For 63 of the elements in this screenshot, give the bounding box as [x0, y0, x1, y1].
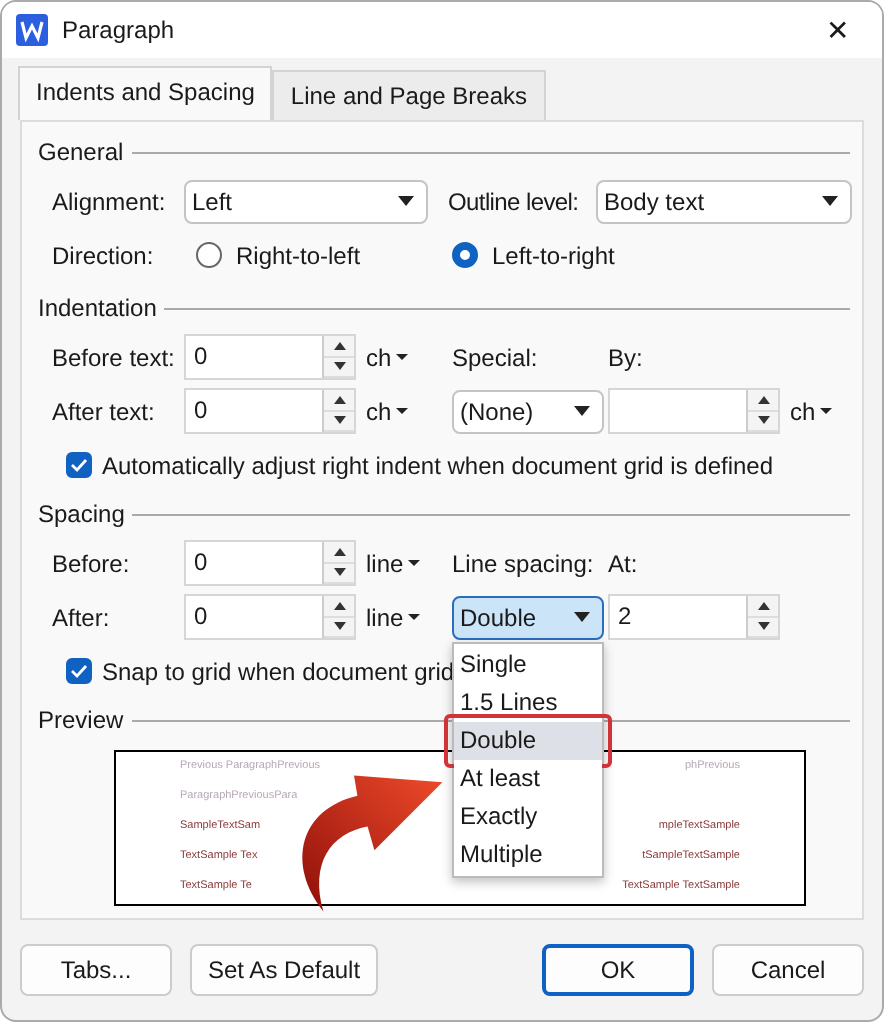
- menu-item[interactable]: At least: [454, 759, 602, 797]
- unit-dropdown[interactable]: line: [366, 603, 420, 631]
- dialog-button[interactable]: Cancel: [712, 944, 864, 996]
- close-button[interactable]: ✕: [814, 14, 862, 46]
- field-label: At:: [608, 549, 640, 577]
- menu-item[interactable]: Exactly: [454, 797, 602, 835]
- unit-dropdown[interactable]: line: [366, 549, 420, 577]
- spin-up-icon[interactable]: [324, 336, 354, 357]
- number-field[interactable]: 0: [184, 540, 356, 586]
- spin-down-icon[interactable]: [324, 563, 354, 584]
- spin-up-icon[interactable]: [748, 390, 778, 411]
- field-label: By:: [608, 343, 645, 371]
- spin-up-icon[interactable]: [324, 596, 354, 617]
- line-spacing-dropdown[interactable]: Double: [452, 595, 604, 639]
- alignment-dropdown[interactable]: Left: [184, 179, 428, 223]
- spin-down-icon[interactable]: [324, 411, 354, 432]
- field-label: Outline level:: [448, 187, 581, 215]
- dialog-button[interactable]: OK: [542, 944, 694, 996]
- field-label: Alignment:: [52, 187, 168, 215]
- dialog-button[interactable]: Set As Default: [190, 944, 379, 996]
- menu-item[interactable]: Multiple: [454, 835, 602, 873]
- outline-level-dropdown[interactable]: Body text: [596, 179, 852, 223]
- field-label: Special:: [452, 343, 540, 371]
- unit-dropdown[interactable]: ch: [366, 343, 408, 371]
- field-label: After:: [52, 603, 112, 631]
- section-title: General: [38, 138, 124, 166]
- number-field[interactable]: 0: [184, 388, 356, 434]
- field-label: Direction:: [52, 241, 156, 269]
- tab[interactable]: Line and Page Breaks: [272, 70, 546, 120]
- field-label: Before text:: [52, 343, 177, 371]
- number-field[interactable]: [608, 388, 780, 434]
- tab[interactable]: Indents and Spacing: [18, 66, 273, 120]
- section-title: Preview: [38, 706, 124, 734]
- spin-down-icon[interactable]: [748, 411, 778, 432]
- section-title: Spacing: [38, 500, 125, 528]
- checkbox[interactable]: [66, 658, 92, 684]
- spin-down-icon[interactable]: [324, 357, 354, 378]
- unit-dropdown[interactable]: ch: [366, 397, 408, 425]
- spin-down-icon[interactable]: [748, 617, 778, 638]
- spin-down-icon[interactable]: [324, 617, 354, 638]
- radio-label: Right-to-left: [236, 241, 361, 269]
- special-dropdown[interactable]: (None): [452, 389, 604, 433]
- spin-up-icon[interactable]: [748, 596, 778, 617]
- section-title: Indentation: [38, 294, 157, 322]
- radio-label: Left-to-right: [492, 241, 615, 269]
- number-field[interactable]: 0: [184, 594, 356, 640]
- checkbox-label: Snap to grid when document grid: [102, 657, 455, 685]
- window-title: Paragraph: [62, 16, 177, 44]
- field-label: Before:: [52, 549, 132, 577]
- field-label: Line spacing:: [452, 549, 596, 577]
- spin-up-icon[interactable]: [324, 390, 354, 411]
- checkbox[interactable]: [66, 452, 92, 478]
- app-logo-icon: [16, 14, 48, 46]
- number-field[interactable]: 2: [608, 594, 780, 640]
- number-field[interactable]: 0: [184, 334, 356, 380]
- menu-item[interactable]: Single: [454, 645, 602, 683]
- checkbox-label: Automatically adjust right indent when document grid is defined: [102, 451, 774, 479]
- spin-up-icon[interactable]: [324, 542, 354, 563]
- radio-button[interactable]: [452, 242, 478, 268]
- field-label: After text:: [52, 397, 157, 425]
- dialog-button[interactable]: Tabs...: [20, 944, 172, 996]
- radio-button[interactable]: [196, 242, 222, 268]
- unit-dropdown[interactable]: ch: [790, 397, 832, 425]
